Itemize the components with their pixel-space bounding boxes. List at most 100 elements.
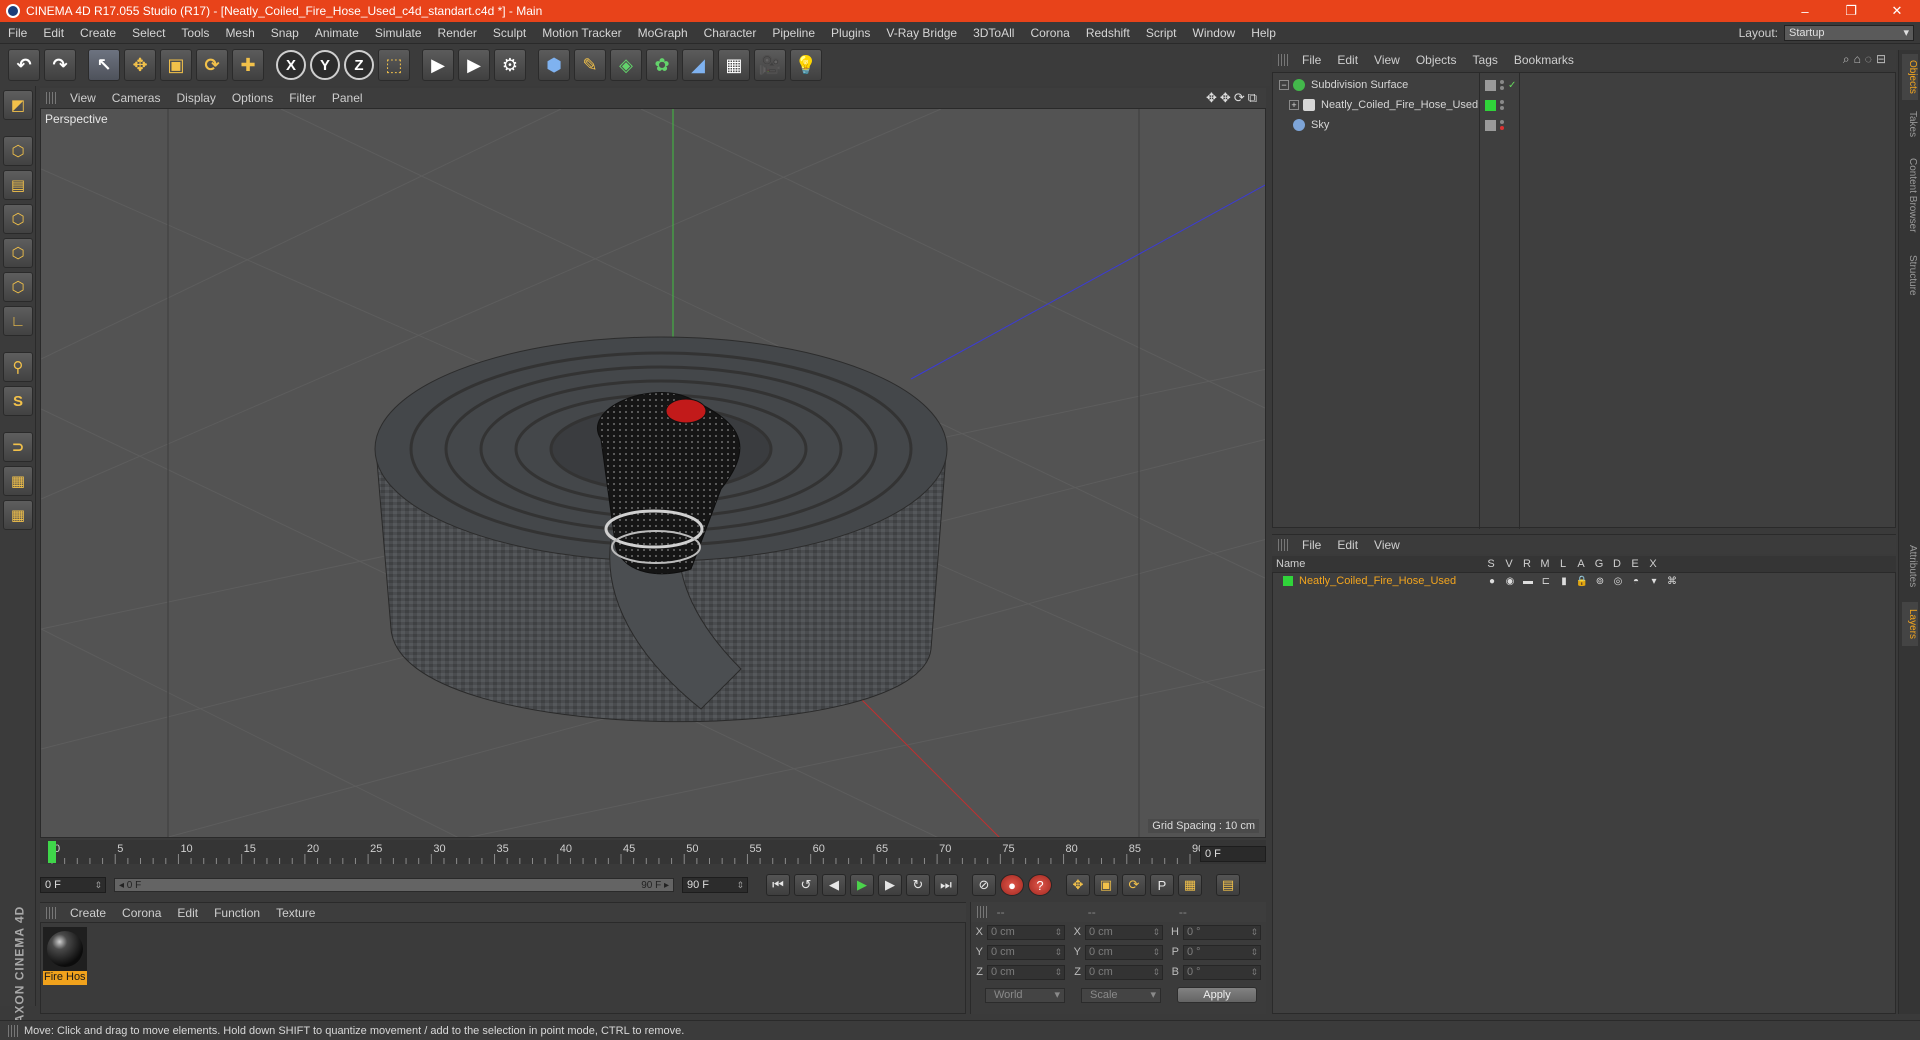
- panel-grip-icon[interactable]: [1278, 538, 1288, 551]
- x-axis-lock-button[interactable]: X: [276, 50, 306, 80]
- record-parameter-button[interactable]: P: [1150, 874, 1174, 896]
- animation-icon[interactable]: ⊚: [1591, 576, 1609, 587]
- coordinate-space-dropdown[interactable]: World: [985, 987, 1065, 1003]
- panel-grip-icon[interactable]: [977, 906, 987, 918]
- minimize-button[interactable]: –: [1782, 4, 1828, 19]
- om-menu-tags[interactable]: Tags: [1465, 53, 1506, 67]
- column-name[interactable]: Name: [1272, 558, 1482, 570]
- lock-icon[interactable]: 🔒: [1573, 576, 1591, 587]
- texture-mode-button[interactable]: ▤: [3, 170, 33, 200]
- menu-redshift[interactable]: Redshift: [1078, 26, 1138, 40]
- deformer-button[interactable]: ◢: [682, 49, 714, 81]
- column-manager[interactable]: M: [1536, 558, 1554, 570]
- layer-color-icon[interactable]: [1485, 99, 1496, 111]
- view-eye-icon[interactable]: ◉: [1501, 576, 1519, 587]
- go-to-end-button[interactable]: ⏭: [934, 874, 958, 896]
- play-forward-button[interactable]: ▶: [850, 874, 874, 896]
- make-editable-button[interactable]: ◩: [3, 90, 33, 120]
- light-button[interactable]: 💡: [790, 49, 822, 81]
- viewport-menu-cameras[interactable]: Cameras: [104, 91, 169, 105]
- menu-simulate[interactable]: Simulate: [367, 26, 430, 40]
- layer-color-icon[interactable]: [1485, 119, 1496, 131]
- size-z-field[interactable]: 0 cm: [1085, 964, 1163, 980]
- position-z-field[interactable]: 0 cm: [987, 964, 1065, 980]
- workplane-mode-button[interactable]: ⬡: [3, 204, 33, 234]
- model-mode-button[interactable]: ⬡: [3, 136, 33, 166]
- om-toolbar-icons[interactable]: ⌕⌂◌⊟: [1843, 52, 1890, 67]
- subdivision-button[interactable]: ◈: [610, 49, 642, 81]
- collapse-toggle-icon[interactable]: −: [1279, 80, 1289, 90]
- menu-mesh[interactable]: Mesh: [217, 26, 262, 40]
- size-y-field[interactable]: 0 cm: [1085, 944, 1163, 960]
- viewport-menu-filter[interactable]: Filter: [281, 91, 324, 105]
- tweak-button[interactable]: S: [3, 386, 33, 416]
- xref-icon[interactable]: ⌘: [1663, 576, 1681, 587]
- menu-window[interactable]: Window: [1185, 26, 1244, 40]
- tab-objects[interactable]: Objects: [1902, 54, 1918, 100]
- apply-button[interactable]: Apply: [1177, 987, 1257, 1003]
- layer-name[interactable]: Neatly_Coiled_Fire_Hose_Used: [1299, 575, 1483, 587]
- viewport-menu-display[interactable]: Display: [168, 91, 223, 105]
- edges-mode-button[interactable]: ⬡: [3, 272, 33, 302]
- layer-row[interactable]: Neatly_Coiled_Fire_Hose_Used ● ◉ ▬ ⊏ ▮ 🔒…: [1273, 573, 1895, 589]
- array-button[interactable]: ✿: [646, 49, 678, 81]
- material-menu-texture[interactable]: Texture: [268, 906, 323, 920]
- record-position-button[interactable]: ✥: [1066, 874, 1090, 896]
- rotation-p-field[interactable]: 0 °: [1183, 944, 1261, 960]
- material-menu-corona[interactable]: Corona: [114, 906, 169, 920]
- undo-button[interactable]: ↶: [8, 49, 40, 81]
- menu-file[interactable]: File: [0, 26, 35, 40]
- polygons-mode-button[interactable]: ∟: [3, 306, 33, 336]
- next-key-button[interactable]: ↻: [906, 874, 930, 896]
- close-button[interactable]: ✕: [1874, 3, 1920, 19]
- lm-menu-view[interactable]: View: [1366, 538, 1408, 552]
- column-render[interactable]: R: [1518, 558, 1536, 570]
- rotation-b-field[interactable]: 0 °: [1183, 964, 1261, 980]
- restore-button[interactable]: ❐: [1828, 3, 1874, 19]
- expressions-icon[interactable]: ▾: [1645, 576, 1663, 587]
- menu-motion-tracker[interactable]: Motion Tracker: [534, 26, 629, 40]
- column-solo[interactable]: S: [1482, 558, 1500, 570]
- om-menu-objects[interactable]: Objects: [1408, 53, 1465, 67]
- menu-edit[interactable]: Edit: [35, 26, 72, 40]
- material-name[interactable]: Fire Hos: [43, 971, 87, 985]
- menu-plugins[interactable]: Plugins: [823, 26, 878, 40]
- current-frame-field[interactable]: 0 F: [1200, 846, 1266, 862]
- workplane-button[interactable]: ▦: [3, 466, 33, 496]
- camera-button[interactable]: 🎥: [754, 49, 786, 81]
- tab-layers[interactable]: Layers: [1902, 602, 1918, 646]
- om-menu-file[interactable]: File: [1294, 53, 1329, 67]
- object-row-subdivision-surface[interactable]: − Subdivision Surface ✓: [1273, 75, 1895, 95]
- menu-select[interactable]: Select: [124, 26, 173, 40]
- start-frame-field[interactable]: 0 F: [40, 877, 106, 893]
- tab-content-browser[interactable]: Content Browser: [1902, 148, 1918, 242]
- generators-icon[interactable]: ◎: [1609, 576, 1627, 587]
- material-menu-function[interactable]: Function: [206, 906, 268, 920]
- end-frame-field[interactable]: 90 F: [682, 877, 748, 893]
- rotate-tool-button[interactable]: ⟳: [196, 49, 228, 81]
- preview-range-slider[interactable]: ◂ 0 F 90 F ▸: [114, 878, 674, 892]
- menu-render[interactable]: Render: [430, 26, 485, 40]
- menu-create[interactable]: Create: [72, 26, 124, 40]
- scale-tool-button[interactable]: ▣: [160, 49, 192, 81]
- record-active-objects-button[interactable]: ⊘: [972, 874, 996, 896]
- manager-icon[interactable]: ⊏: [1537, 576, 1555, 587]
- move-tool-button[interactable]: ✥: [124, 49, 156, 81]
- layout-dropdown[interactable]: Startup: [1784, 25, 1914, 41]
- deformers-icon[interactable]: ◓: [1627, 576, 1645, 587]
- record-scale-button[interactable]: ▣: [1094, 874, 1118, 896]
- menu-script[interactable]: Script: [1138, 26, 1185, 40]
- visibility-dots[interactable]: [1500, 119, 1506, 131]
- timeline-playhead[interactable]: [48, 841, 56, 863]
- y-axis-lock-button[interactable]: Y: [310, 50, 340, 80]
- viewport-navigation-icons[interactable]: ✥✥⟳⧉: [1206, 90, 1260, 106]
- menu-snap[interactable]: Snap: [263, 26, 307, 40]
- locked-workplane-button[interactable]: ▦: [3, 500, 33, 530]
- next-frame-button[interactable]: ▶: [878, 874, 902, 896]
- enable-axis-button[interactable]: ⚲: [3, 352, 33, 382]
- coordinate-system-button[interactable]: ⬚: [378, 49, 410, 81]
- record-pla-button[interactable]: ▦: [1178, 874, 1202, 896]
- visibility-dots[interactable]: [1500, 79, 1506, 91]
- render-view-button[interactable]: ▶: [422, 49, 454, 81]
- column-generators[interactable]: G: [1590, 558, 1608, 570]
